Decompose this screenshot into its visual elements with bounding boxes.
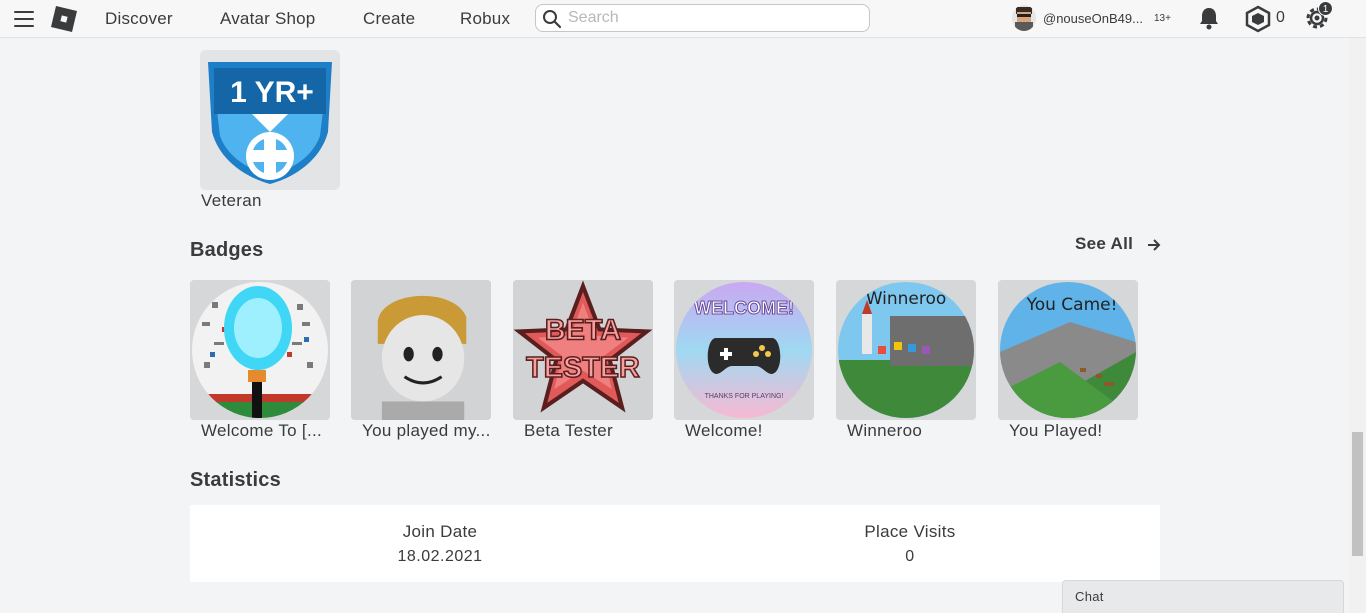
nav-discover[interactable]: Discover	[105, 9, 173, 29]
badge-item[interactable]: WELCOME! THANKS FOR PLAYING! Welcome!	[674, 280, 814, 441]
avatar[interactable]	[1012, 5, 1036, 31]
thanks-text: THANKS FOR PLAYING!	[705, 393, 784, 400]
place-visits-stat: Place Visits 0	[760, 522, 1060, 566]
badges-title: Badges	[190, 239, 264, 261]
scrollbar-thumb[interactable]	[1352, 432, 1363, 556]
badge-image: You Came!	[1000, 282, 1136, 418]
badge-name[interactable]: You played my...	[362, 421, 494, 441]
badge-item[interactable]: Winneroo Winneroo	[836, 280, 976, 441]
nav-robux[interactable]: Robux	[460, 9, 510, 29]
chat-label[interactable]: Chat	[1075, 589, 1104, 604]
join-date-label: Join Date	[402, 522, 478, 541]
badge-name[interactable]: Welcome!	[685, 421, 817, 441]
see-all-label[interactable]: See All	[1075, 234, 1133, 253]
search-box	[535, 4, 870, 32]
join-date-value: 18.02.2021	[397, 548, 483, 565]
tester-text: TESTER	[526, 352, 640, 384]
join-date-stat: Join Date 18.02.2021	[290, 522, 590, 566]
badge-name[interactable]: Welcome To [...	[201, 421, 333, 441]
badge-thumbnail[interactable]	[190, 280, 330, 420]
veteran-badge-text: 1 YR+	[230, 76, 314, 109]
badge-thumbnail[interactable]: Winneroo	[836, 280, 976, 420]
place-visits-label: Place Visits	[864, 522, 956, 541]
badge-image: BETA TESTER	[513, 280, 653, 420]
nav-avatar-shop[interactable]: Avatar Shop	[220, 9, 315, 29]
see-all-link[interactable]: See All	[1075, 234, 1161, 254]
search-icon	[543, 10, 562, 29]
statistics-panel: Join Date 18.02.2021 Place Visits 0	[190, 505, 1160, 582]
badge-thumbnail[interactable]: WELCOME! THANKS FOR PLAYING!	[674, 280, 814, 420]
search-input[interactable]	[568, 8, 858, 28]
statistics-title: Statistics	[190, 469, 281, 491]
roblox-logo[interactable]	[50, 5, 78, 33]
badge-thumbnail[interactable]: You Came!	[998, 280, 1138, 420]
winneroo-text: Winneroo	[866, 289, 947, 309]
welcome-text: WELCOME!	[694, 298, 794, 318]
chat-bar[interactable]: Chat	[1062, 580, 1344, 613]
beta-text: BETA	[545, 315, 621, 347]
settings-notification-badge: 1	[1318, 1, 1333, 16]
badge-thumbnail[interactable]	[351, 280, 491, 420]
you-came-text: You Came!	[1026, 295, 1118, 315]
badge-item[interactable]: Welcome To [...	[190, 280, 330, 441]
badge-thumbnail[interactable]: BETA TESTER	[513, 280, 653, 420]
badge-name[interactable]: Winneroo	[847, 421, 979, 441]
badge-item[interactable]: You Came! You Played!	[998, 280, 1138, 441]
page-scrollbar[interactable]	[1349, 38, 1366, 613]
badge-name[interactable]: You Played!	[1009, 421, 1141, 441]
age-badge: 13+	[1154, 13, 1171, 24]
veteran-label[interactable]: Veteran	[201, 191, 262, 211]
menu-icon[interactable]	[14, 11, 34, 27]
robux-balance[interactable]: 0	[1276, 9, 1285, 27]
username[interactable]: @nouseOnB49...	[1043, 11, 1143, 26]
veteran-badge-card[interactable]: 1 YR+	[200, 50, 340, 190]
badge-item[interactable]: You played my...	[351, 280, 491, 441]
nav-create[interactable]: Create	[363, 9, 415, 29]
arrow-right-icon[interactable]	[1146, 237, 1162, 253]
badge-name[interactable]: Beta Tester	[524, 421, 656, 441]
badge-image	[192, 282, 328, 418]
place-visits-value: 0	[905, 548, 915, 565]
badge-image: Winneroo	[838, 282, 974, 418]
robux-icon[interactable]	[1245, 5, 1271, 33]
badge-image: WELCOME! THANKS FOR PLAYING!	[676, 282, 812, 418]
notifications-bell-icon[interactable]	[1198, 6, 1220, 30]
veteran-shield-icon: 1 YR+	[208, 62, 332, 184]
top-navigation-bar: Discover Avatar Shop Create Robux @nouse…	[0, 0, 1366, 38]
badge-image	[351, 280, 491, 420]
badge-item[interactable]: BETA TESTER Beta Tester	[513, 280, 653, 441]
